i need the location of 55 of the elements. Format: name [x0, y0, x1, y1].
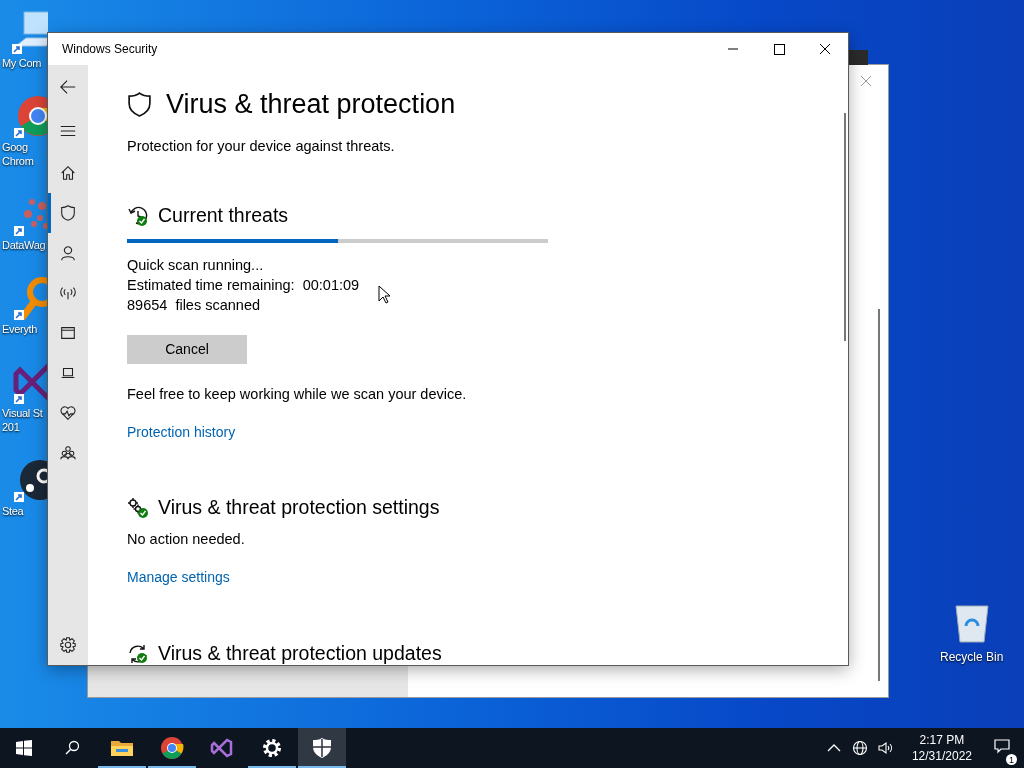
page-title: Virus & threat protection	[166, 89, 456, 120]
home-icon	[59, 164, 77, 182]
desktop-icon-label: 201	[1, 420, 20, 434]
close-icon[interactable]	[860, 75, 872, 87]
desktop-icon-label: My Com	[1, 56, 42, 70]
browser-logo-icon	[160, 736, 184, 760]
person-icon	[59, 244, 77, 262]
recycle-bin-label: Recycle Bin	[940, 650, 1004, 664]
settings-icon	[260, 736, 284, 760]
manage-settings-link[interactable]: Manage settings	[127, 569, 230, 585]
desktop-icon-label: Visual St	[1, 406, 43, 420]
section-heading: Current threats	[158, 204, 289, 227]
desktop-icon-label: Stea	[1, 504, 24, 518]
computer-icon[interactable]	[10, 8, 48, 56]
scan-status-text: 89654 files scanned	[127, 295, 260, 315]
desktop-icon-label: Goog	[1, 140, 28, 154]
notification-count-badge: 1	[1006, 754, 1017, 765]
speaker-icon[interactable]	[877, 740, 894, 756]
magnifier-logo-icon[interactable]	[12, 274, 48, 322]
security-taskbar-button[interactable]	[298, 728, 346, 768]
shield-icon	[127, 91, 152, 118]
shield-icon	[310, 736, 334, 760]
notifications-icon[interactable]	[994, 738, 1010, 754]
window-title: Windows Security	[61, 42, 158, 56]
globe-icon[interactable]	[851, 740, 868, 756]
desktop-icon-label: DataWag	[1, 238, 46, 252]
scan-status-text: Quick scan running...	[127, 255, 264, 275]
cancel-button[interactable]: Cancel	[127, 334, 247, 364]
antenna-icon	[59, 284, 77, 302]
protection-history-link[interactable]: Protection history	[127, 424, 236, 440]
windows-logo-icon	[16, 740, 32, 756]
scrollbar[interactable]	[844, 113, 846, 341]
section-heading: Virus & threat protection settings	[158, 496, 440, 519]
scan-status-text: Estimated time remaining: 00:01:09	[127, 275, 360, 295]
settings-icon	[59, 636, 77, 654]
window-icon	[59, 324, 77, 342]
desktop-icon-label: Everyth	[1, 322, 38, 336]
scrollbar[interactable]	[878, 309, 880, 681]
infinity-logo-icon	[210, 736, 234, 760]
desktop-icon-label: Chrom	[1, 154, 34, 168]
back-arrow-icon	[59, 78, 77, 96]
clock-date: 12/31/2022	[911, 748, 972, 764]
settings-status-text: No action needed.	[127, 530, 245, 549]
gears-check-icon	[127, 496, 149, 519]
heart-icon	[59, 404, 77, 422]
mouse-cursor-icon	[378, 285, 390, 304]
scan-note: Feel free to keep working while we scan your device.	[127, 386, 467, 402]
history-check-icon	[127, 204, 149, 227]
search-icon	[64, 740, 80, 756]
clock-time: 2:17 PM	[919, 732, 965, 748]
clock[interactable]: 2:17 PM 12/31/2022	[903, 732, 980, 764]
shield-icon	[59, 204, 77, 222]
people-icon	[59, 444, 77, 462]
page-subtitle: Protection for your device against threats.	[127, 138, 395, 154]
section-heading: Virus & threat protection updates	[158, 642, 442, 665]
